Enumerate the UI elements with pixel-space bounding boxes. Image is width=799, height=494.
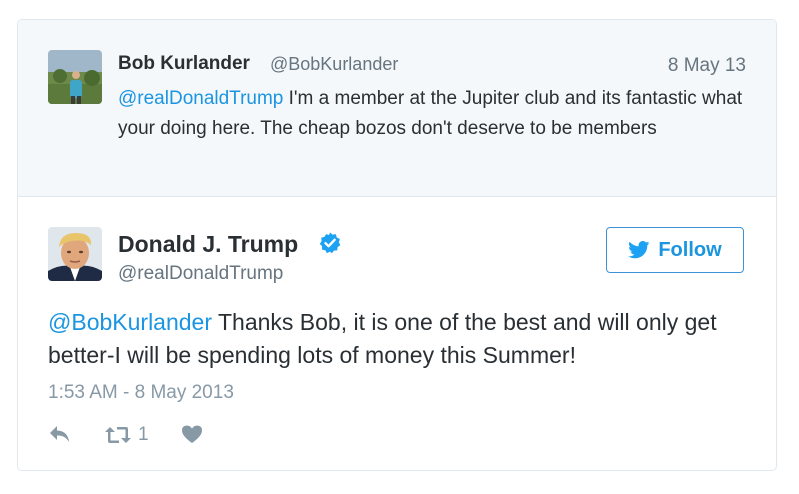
parent-mention-link[interactable]: @realDonaldTrump [118, 88, 283, 109]
embedded-tweet-card: Bob Kurlander @BobKurlander 8 May 13 @re… [17, 19, 777, 471]
main-tweet-text: @BobKurlander Thanks Bob, it is one of t… [48, 306, 748, 372]
follow-label: Follow [658, 238, 722, 261]
parent-tweet-date[interactable]: 8 May 13 [668, 55, 746, 77]
like-button[interactable] [181, 424, 203, 444]
donald-trump-avatar[interactable] [48, 227, 102, 281]
follow-button[interactable]: Follow [606, 227, 744, 273]
parent-tweet-text: @realDonaldTrump I'm a member at the Jup… [118, 84, 748, 144]
retweet-icon [105, 427, 131, 443]
verified-badge-icon [318, 231, 342, 255]
reply-icon [50, 426, 69, 442]
reply-button[interactable] [48, 424, 72, 444]
retweet-button[interactable]: 1 [104, 424, 149, 446]
retweet-count: 1 [138, 424, 149, 445]
main-author-name[interactable]: Donald J. Trump [118, 231, 298, 258]
heart-icon [182, 425, 202, 443]
main-author-handle[interactable]: @realDonaldTrump [118, 263, 283, 285]
parent-tweet: Bob Kurlander @BobKurlander 8 May 13 @re… [18, 20, 776, 197]
parent-author-name[interactable]: Bob Kurlander [118, 53, 250, 75]
parent-author-handle[interactable]: @BobKurlander [270, 54, 398, 75]
twitter-bird-icon [628, 241, 650, 259]
bob-kurlander-avatar[interactable] [48, 50, 102, 104]
tweet-timestamp[interactable]: 1:53 AM - 8 May 2013 [48, 382, 234, 404]
main-mention-link[interactable]: @BobKurlander [48, 309, 212, 335]
